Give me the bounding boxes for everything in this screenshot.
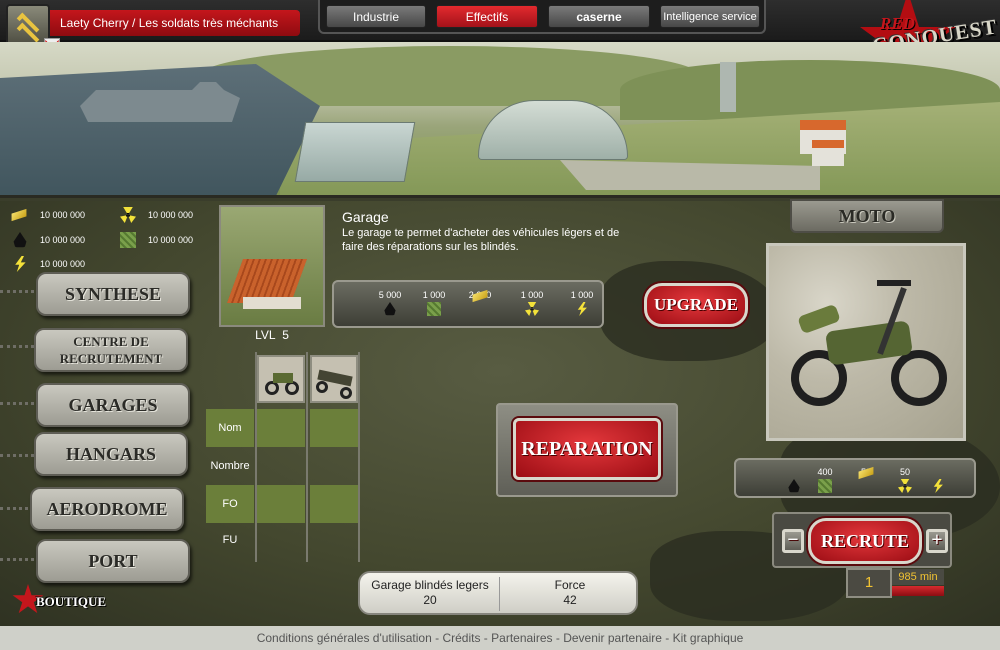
building-title: Garage bbox=[342, 209, 389, 225]
table-cell bbox=[310, 485, 358, 523]
control-tower bbox=[720, 62, 736, 112]
upgrade-cost-uranium: 1 000 bbox=[512, 290, 552, 316]
table-cell bbox=[310, 409, 358, 447]
player-name[interactable]: Laety Cherry bbox=[60, 16, 129, 30]
unit-cost-uranium: 50 bbox=[885, 467, 925, 493]
quantity-input[interactable]: 1 bbox=[846, 568, 892, 598]
force-label: Force bbox=[554, 578, 586, 592]
steel-icon bbox=[120, 232, 136, 248]
force-value: 42 bbox=[563, 593, 577, 607]
recruit-progress bbox=[892, 586, 944, 596]
upgrade-cost-bar bbox=[332, 280, 604, 328]
player-banner: Laety Cherry / Les soldats très méchants bbox=[50, 10, 300, 36]
upgrade-cost-gold: 2 000 bbox=[460, 289, 500, 303]
nav-intelligence-service[interactable]: Intelligence service bbox=[660, 5, 760, 28]
table-cell bbox=[257, 409, 305, 447]
footer-link-credits[interactable]: Crédits bbox=[442, 631, 480, 645]
garage-capacity-label: Garage blindés legers bbox=[371, 578, 489, 592]
upgrade-cost-energy: 1 000 bbox=[562, 290, 602, 316]
shop-button[interactable]: BOUTIQUE bbox=[12, 584, 132, 618]
house-building-small bbox=[812, 140, 844, 166]
recruit-time: 985 min bbox=[892, 569, 944, 585]
row-label-nombre: Nombre bbox=[210, 460, 250, 472]
row-label-fu: FU bbox=[222, 534, 238, 546]
menu-port[interactable]: PORT bbox=[36, 539, 190, 583]
motorcycle-thumb[interactable] bbox=[257, 355, 305, 403]
nav-caserne[interactable]: caserne bbox=[548, 5, 650, 28]
gold-value: 10 000 000 bbox=[40, 210, 86, 220]
garage-building-image bbox=[219, 205, 325, 327]
cost-value: 1 000 bbox=[422, 290, 446, 300]
main-nav: Industrie Effectifs caserne Intelligence… bbox=[318, 0, 766, 34]
row-label-fo: FO bbox=[206, 485, 254, 523]
nav-effectifs[interactable]: Effectifs bbox=[436, 5, 538, 28]
unit-cost-steel: 400 bbox=[805, 467, 845, 493]
level-value: 5 bbox=[282, 328, 289, 342]
upgrade-cost-steel: 1 000 bbox=[414, 290, 454, 316]
cost-value: 50 bbox=[899, 467, 910, 477]
unit-title-plate: MOTO bbox=[790, 199, 944, 233]
steel-icon bbox=[818, 479, 832, 493]
cost-value: 400 bbox=[817, 467, 833, 477]
nav-industrie[interactable]: Industrie bbox=[326, 5, 426, 28]
buggy-thumb[interactable] bbox=[310, 355, 358, 403]
upgrade-cost-oil: 5 000 bbox=[370, 290, 410, 316]
footer-link-graphic-kit[interactable]: Kit graphique bbox=[673, 631, 744, 645]
uranium-value: 10 000 000 bbox=[148, 210, 194, 220]
garage-capacity-value: 20 bbox=[423, 593, 437, 607]
footer-link-partners[interactable]: Partenaires bbox=[491, 631, 552, 645]
unit-cost-bar bbox=[734, 458, 976, 498]
row-label-nom: Nom bbox=[206, 409, 254, 447]
unit-image bbox=[766, 243, 966, 441]
level-label: LVL bbox=[255, 328, 276, 342]
menu-garages[interactable]: GARAGES bbox=[36, 383, 190, 427]
steel-icon bbox=[427, 302, 441, 316]
building-level: LVL 5 bbox=[219, 328, 325, 342]
repair-button[interactable]: REPARATION bbox=[513, 418, 661, 480]
greenhouse-building bbox=[294, 122, 416, 182]
unit-name: MOTO bbox=[838, 206, 896, 226]
base-banner-image bbox=[0, 42, 1000, 198]
energy-value: 10 000 000 bbox=[40, 259, 86, 269]
menu-aerodrome[interactable]: AERODROME bbox=[30, 487, 184, 531]
steel-value: 10 000 000 bbox=[148, 235, 194, 245]
footer-link-cgu[interactable]: Conditions générales d'utilisation bbox=[257, 631, 432, 645]
increase-quantity-button[interactable]: + bbox=[926, 529, 948, 553]
footer-link-become-partner[interactable]: Devenir partenaire bbox=[563, 631, 662, 645]
garage-stats: Garage blindés legers 20 Force 42 bbox=[358, 571, 638, 615]
menu-hangars[interactable]: HANGARS bbox=[34, 432, 188, 476]
hangar-building bbox=[478, 100, 628, 160]
unit-name[interactable]: Les soldats très méchants bbox=[139, 16, 278, 30]
recruit-button[interactable]: RECRUTE bbox=[808, 518, 922, 564]
footer: Conditions générales d'utilisation - Cré… bbox=[0, 626, 1000, 650]
shop-label: BOUTIQUE bbox=[36, 594, 107, 609]
cost-value: 1 000 bbox=[520, 290, 544, 300]
cost-value: 1 000 bbox=[570, 290, 594, 300]
decrease-quantity-button[interactable]: − bbox=[782, 529, 804, 553]
table-cell bbox=[257, 485, 305, 523]
building-description: Le garage te permet d'acheter des véhicu… bbox=[342, 227, 620, 253]
menu-centre-de-recrutement[interactable]: CENTRE DE RECRUTEMENT bbox=[34, 328, 188, 372]
top-bar: Laety Cherry / Les soldats très méchants… bbox=[0, 0, 1000, 49]
upgrade-button[interactable]: UPGRADE bbox=[644, 283, 748, 327]
cost-value: 5 000 bbox=[378, 290, 402, 300]
oil-value: 10 000 000 bbox=[40, 235, 86, 245]
menu-synthese[interactable]: SYNTHESE bbox=[36, 272, 190, 316]
separator: / bbox=[132, 16, 136, 30]
unit-cost-gold: 50 bbox=[846, 466, 886, 480]
